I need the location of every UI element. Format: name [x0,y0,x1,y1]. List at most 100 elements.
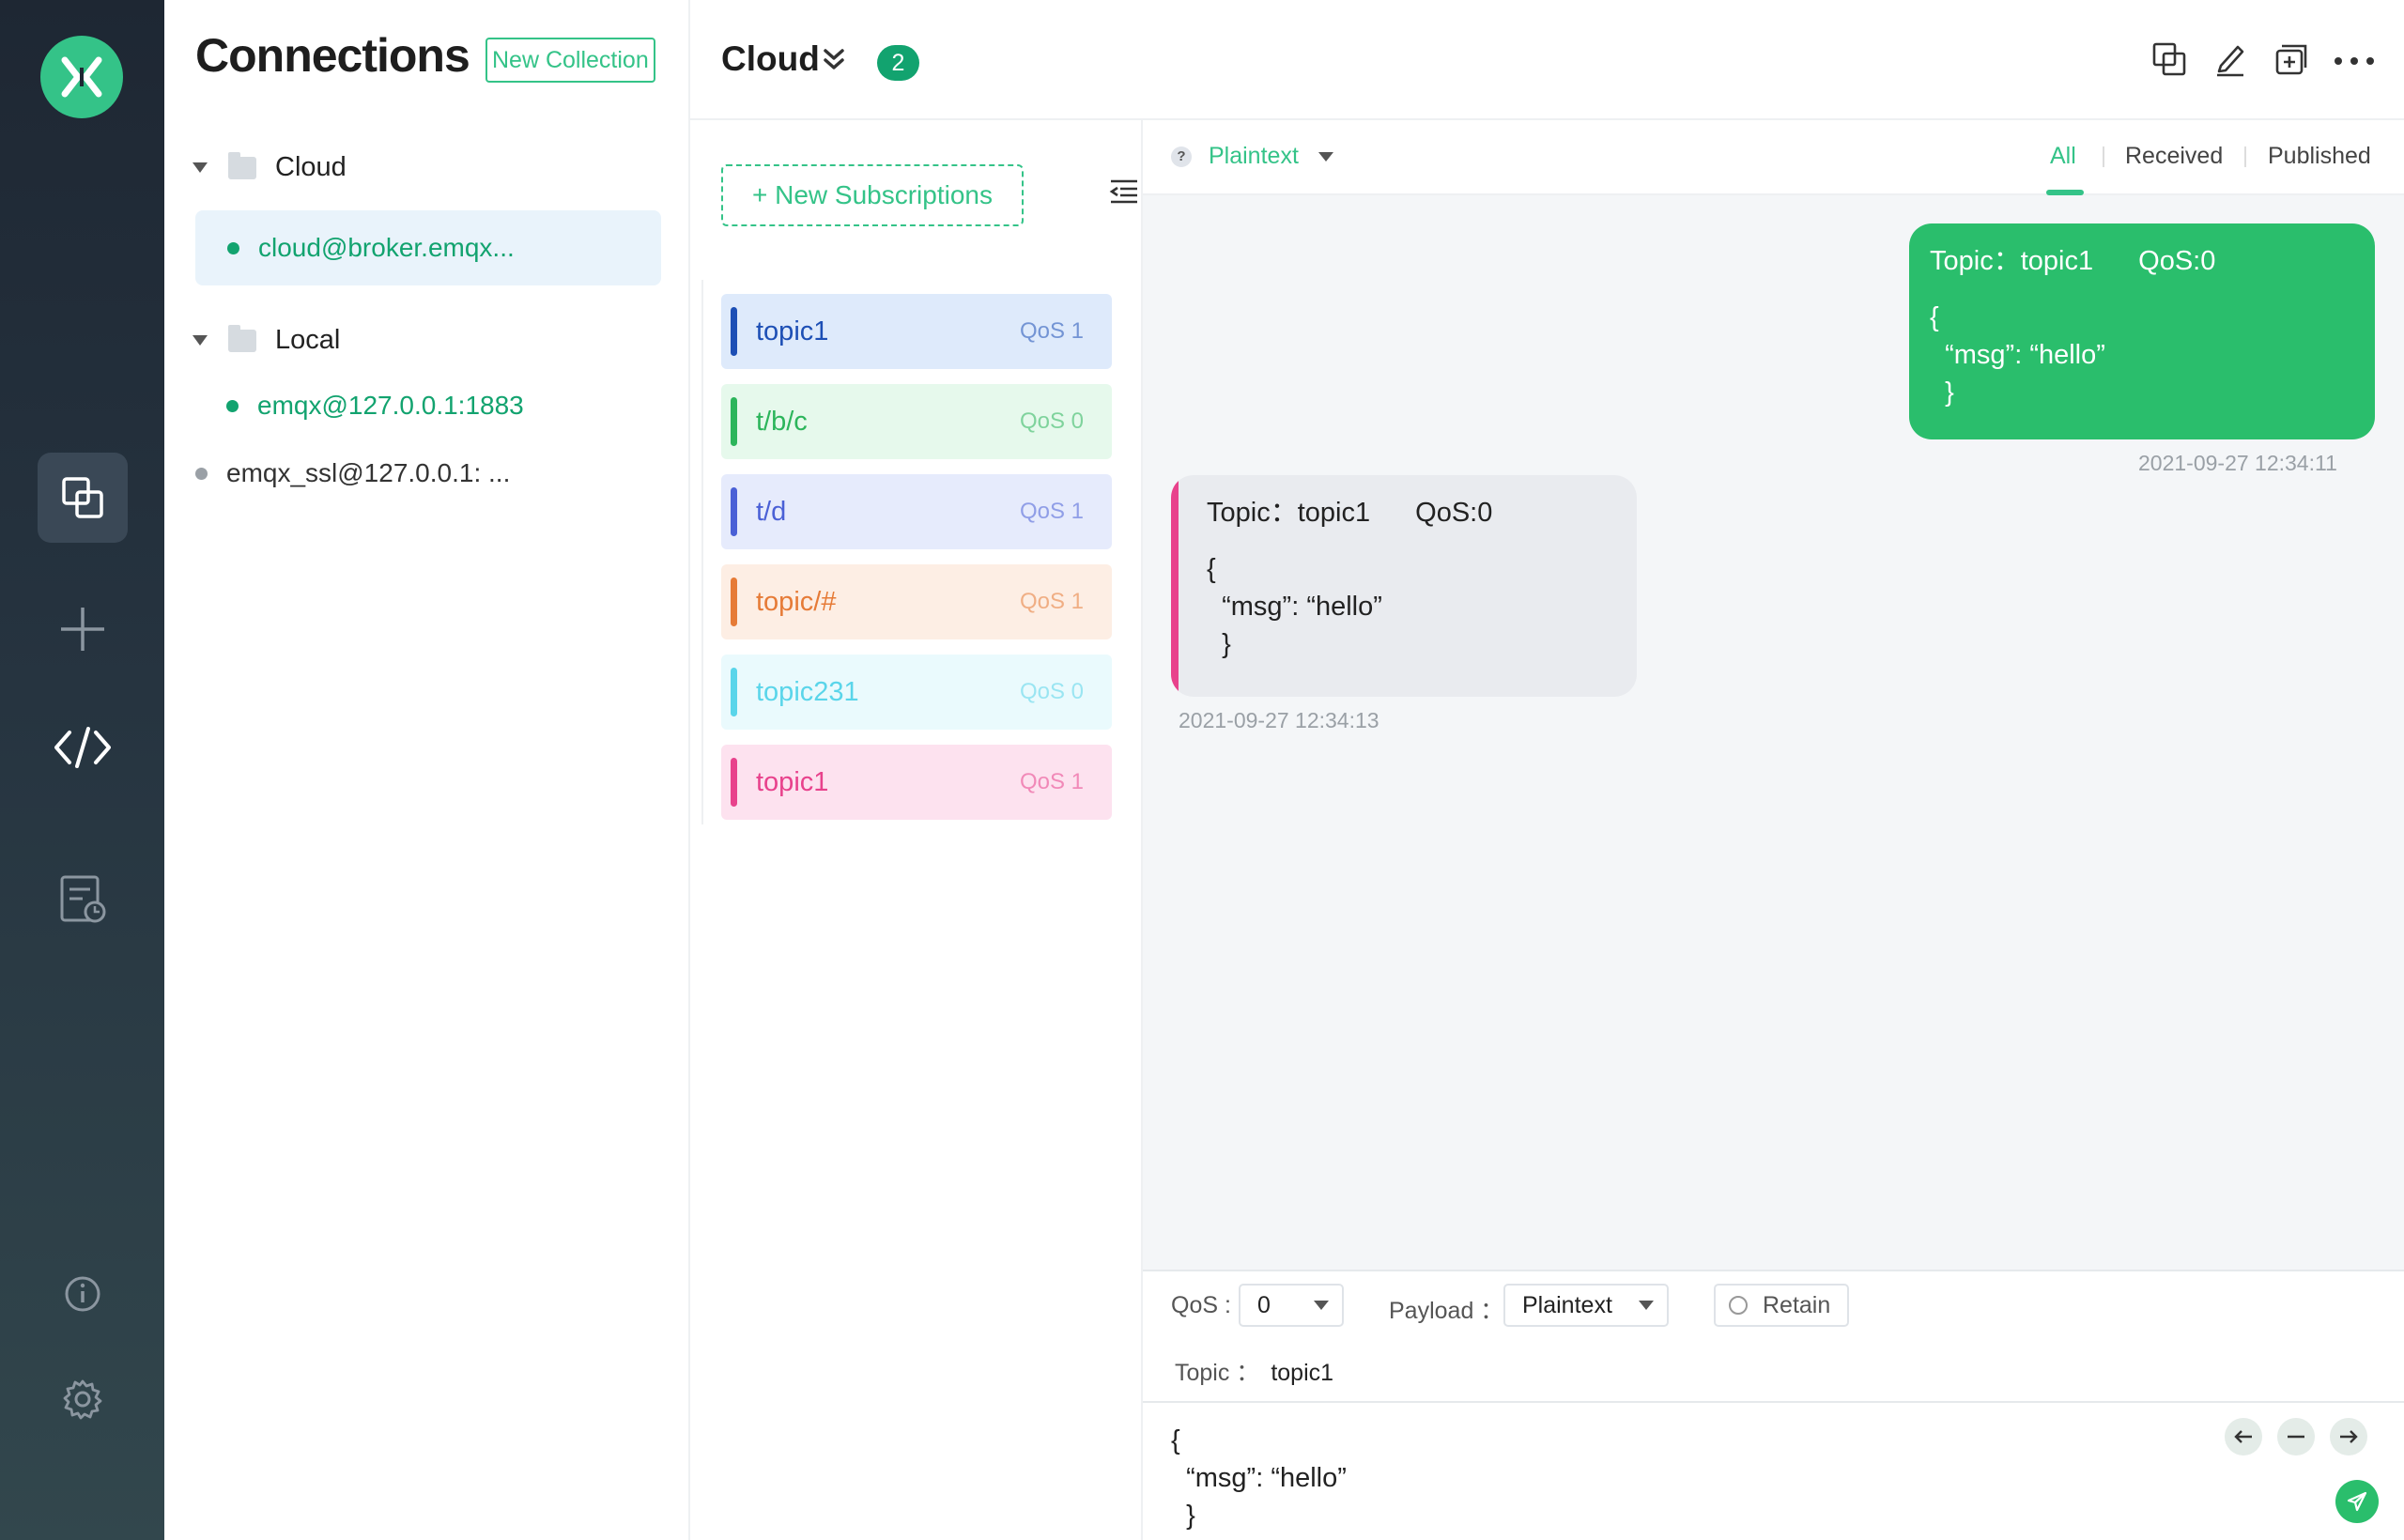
caret-down-icon [193,335,208,346]
history-forward-button[interactable] [2330,1418,2367,1455]
new-window-icon[interactable] [2151,41,2187,77]
send-icon [2347,1491,2367,1512]
message-topic: Topic：topic1 [1207,498,1371,528]
status-dot [227,241,239,254]
qos-select[interactable]: 0 [1239,1284,1344,1327]
arrow-right-icon [2340,1430,2358,1443]
publish-topic[interactable]: Topic ： topic1 [1175,1354,1333,1388]
subscription-color-bar [731,758,737,807]
collection-cloud[interactable]: Cloud [193,151,347,183]
settings-nav-button[interactable] [38,1354,128,1444]
minus-icon [2288,1435,2304,1439]
message-payload: { “msg”: “hello” } [1207,554,1382,659]
subscription-color-bar [731,307,737,356]
history-clear-button[interactable] [2277,1418,2315,1455]
collection-name: Cloud [275,152,347,182]
info-icon [65,1276,100,1312]
message-time: 2021-09-27 12:34:13 [1179,708,1379,732]
connection-label: emqx_ssl@127.0.0.1: ... [226,458,511,487]
caret-down-icon [1639,1301,1654,1310]
active-tab-indicator [2046,190,2084,195]
connection-label: emqx@127.0.0.1:1883 [257,391,524,420]
history-back-button[interactable] [2225,1418,2262,1455]
subscription-item[interactable]: t/d QoS 1 [721,474,1112,549]
subscription-item[interactable]: topic1 QoS 1 [721,294,1112,369]
connections-title: Connections [195,29,470,82]
subscription-topic: topic1 [756,316,829,346]
subscription-topic: topic/# [756,586,837,617]
mqttx-logo[interactable] [40,36,123,118]
more-icon[interactable] [2334,56,2375,66]
divider [1143,1401,2404,1403]
chevron-double-down-icon[interactable] [822,45,846,73]
collapse-list-icon[interactable] [1109,178,1139,205]
filter-published-tab[interactable]: Published [2268,143,2371,170]
subscription-qos: QoS 1 [1019,318,1084,344]
subscription-list-divider [701,280,703,824]
gear-icon [63,1379,102,1420]
connections-nav-button[interactable] [38,453,128,543]
subscription-qos: QoS 1 [1019,769,1084,794]
subscription-qos: QoS 0 [1019,408,1084,434]
folder-icon [228,151,256,179]
connections-panel: Connections New Collection Cloud cloud@b… [164,0,690,1540]
status-dot [195,467,208,480]
divider [2244,146,2246,167]
subscription-item[interactable]: topic231 QoS 0 [721,654,1112,730]
subscription-color-bar [731,578,737,626]
radio-icon [1729,1296,1748,1315]
message-color-bar [1171,475,1179,697]
subscription-count-badge: 2 [877,45,919,81]
payload-type-select[interactable]: Plaintext [1209,143,1299,170]
subscription-topic: topic231 [756,676,859,707]
message-toolbar: ? Plaintext All Received Published [1143,120,2404,195]
published-message[interactable]: Topic：topic1 QoS:0 { “msg”: “hello” } [1909,223,2375,439]
caret-down-icon [1314,1301,1329,1310]
connection-label: cloud@broker.emqx... [258,233,515,262]
log-icon [60,875,106,923]
collection-name: Local [275,325,341,355]
subscription-topic: t/d [756,496,787,527]
topic-value: topic1 [1271,1360,1334,1386]
payload-format-select[interactable]: Plaintext [1503,1284,1669,1327]
caret-down-icon[interactable] [1318,152,1333,162]
filter-all-tab[interactable]: All [2050,143,2076,170]
publish-payload-editor[interactable]: { “msg”: “hello” } [1171,1422,1347,1534]
log-nav-button[interactable] [38,855,128,945]
connection-item-local[interactable]: emqx@127.0.0.1:1883 [226,391,524,421]
message-payload: { “msg”: “hello” } [1930,302,2105,408]
received-message[interactable]: Topic：topic1 QoS:0 { “msg”: “hello” } [1171,475,1637,697]
qos-label: QoS : [1171,1292,1231,1318]
connection-item-ssl[interactable]: emqx_ssl@127.0.0.1: ... [195,458,510,488]
send-button[interactable] [2335,1480,2379,1523]
new-tab-icon[interactable] [2273,41,2309,77]
subscription-color-bar [731,668,737,716]
connection-title: Cloud [721,39,820,78]
new-connection-nav-button[interactable] [38,584,128,674]
help-icon[interactable]: ? [1171,146,1192,167]
folder-icon [228,324,256,352]
script-nav-button[interactable] [38,702,128,793]
filter-received-tab[interactable]: Received [2125,143,2223,170]
retain-checkbox[interactable]: Retain [1714,1284,1849,1327]
new-collection-button[interactable]: New Collection [485,38,655,83]
subscription-topic: t/b/c [756,406,808,437]
publish-panel: QoS : 0 Payload ： Plaintext Retain Topic… [1143,1270,2404,1540]
connection-item-cloud[interactable]: cloud@broker.emqx... [195,210,661,285]
divider [2103,146,2104,167]
code-icon [54,727,111,768]
subscription-qos: QoS 0 [1019,679,1084,704]
subscription-topic: topic1 [756,766,829,797]
subscriptions-panel: + New Subscriptions topic1 QoS 1 t/b/c Q… [690,120,1143,1540]
new-subscription-button[interactable]: + New Subscriptions [721,164,1024,226]
subscription-item[interactable]: topic1 QoS 1 [721,745,1112,820]
collection-local[interactable]: Local [193,324,341,356]
edit-icon[interactable] [2213,41,2247,77]
payload-format-value: Plaintext [1522,1292,1612,1318]
message-topic: Topic：topic1 [1930,246,2094,276]
subscription-item[interactable]: topic/# QoS 1 [721,564,1112,639]
message-time: 2021-09-27 12:34:11 [2138,451,2337,475]
subscription-item[interactable]: t/b/c QoS 0 [721,384,1112,459]
about-nav-button[interactable] [38,1249,128,1339]
arrow-left-icon [2234,1430,2252,1443]
